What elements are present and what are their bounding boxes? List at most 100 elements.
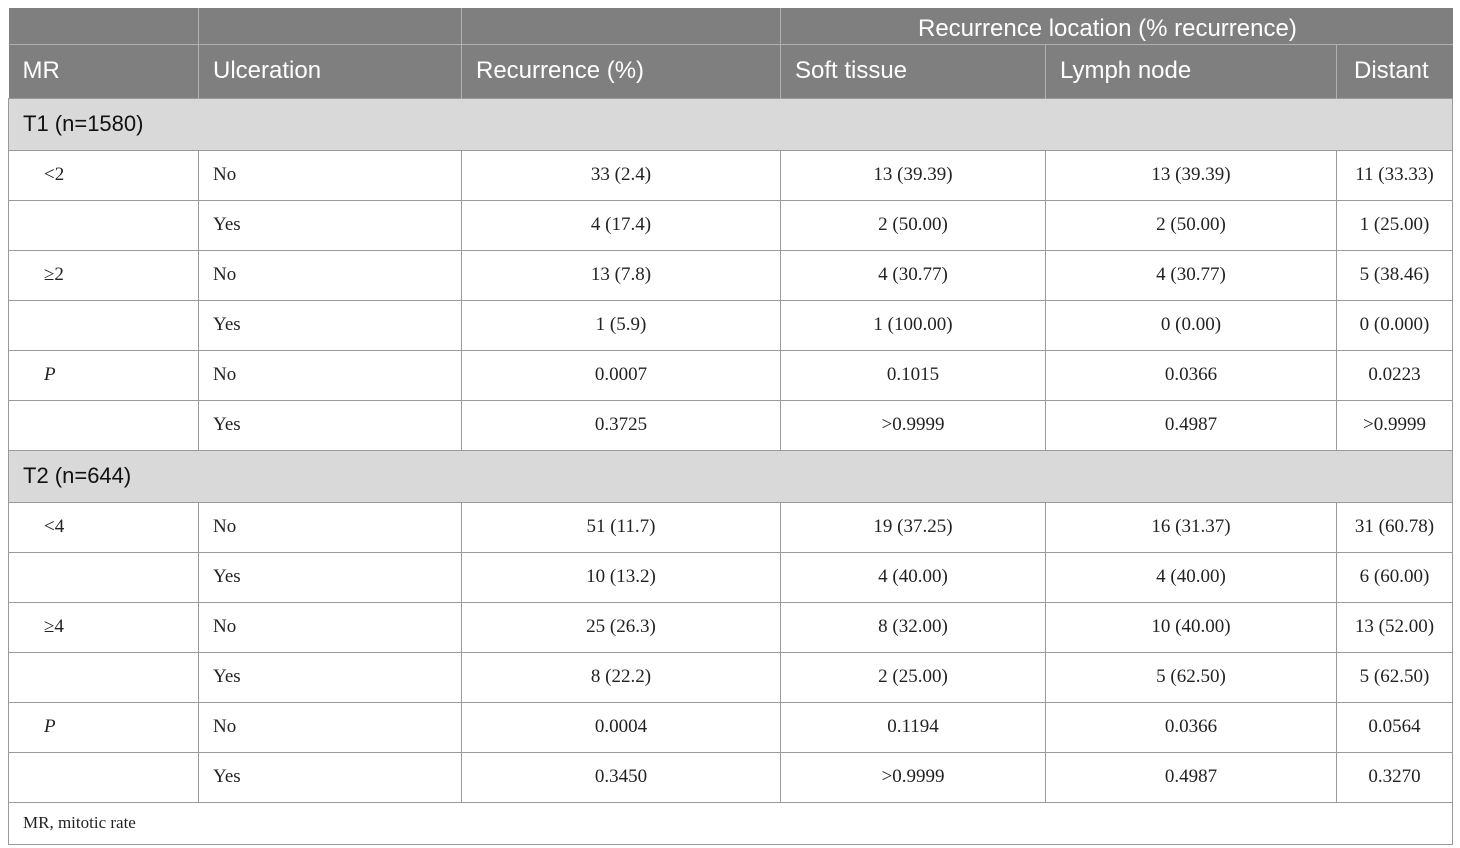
recurrence-cell: 4 (17.4) <box>461 199 781 251</box>
ulceration-cell: Yes <box>198 199 462 251</box>
soft-tissue-cell: 0.1015 <box>780 349 1046 401</box>
recurrence-cell: 0.0004 <box>461 701 781 753</box>
distant-cell: 31 (60.78) <box>1336 501 1453 553</box>
table-container: Recurrence location (% recurrence) MR Ul… <box>8 8 1453 845</box>
distant-cell: >0.9999 <box>1336 399 1453 451</box>
column-header-lymph-node: Lymph node <box>1045 44 1337 98</box>
header-column-row: MR Ulceration Recurrence (%) Soft tissue… <box>8 44 1453 98</box>
recurrence-location-group-header: Recurrence location (% recurrence) <box>780 8 1453 45</box>
distant-cell: 0.0223 <box>1336 349 1453 401</box>
distant-cell: 13 (52.00) <box>1336 601 1453 653</box>
ulceration-cell: No <box>198 701 462 753</box>
header-spacer <box>198 8 462 45</box>
recurrence-cell: 10 (13.2) <box>461 551 781 603</box>
table-row: P No 0.0004 0.1194 0.0366 0.0564 <box>8 701 1453 753</box>
section-title: T1 (n=1580) <box>8 97 1453 151</box>
lymph-node-cell: 13 (39.39) <box>1045 149 1337 201</box>
mr-cell: ≥4 <box>8 601 199 653</box>
recurrence-cell: 51 (11.7) <box>461 501 781 553</box>
table-body: T1 (n=1580) <2 No 33 (2.4) 13 (39.39) 13 (39.… <box>8 97 1453 803</box>
mr-cell <box>8 751 199 803</box>
soft-tissue-cell: 2 (25.00) <box>780 651 1046 703</box>
table-row: Yes 1 (5.9) 1 (100.00) 0 (0.00) 0 (0.000) <box>8 299 1453 351</box>
lymph-node-cell: 0.0366 <box>1045 701 1337 753</box>
header-group-row: Recurrence location (% recurrence) <box>8 8 1453 45</box>
distant-cell: 6 (60.00) <box>1336 551 1453 603</box>
table-row: P No 0.0007 0.1015 0.0366 0.0223 <box>8 349 1453 401</box>
ulceration-cell: No <box>198 501 462 553</box>
ulceration-cell: No <box>198 149 462 201</box>
table-row: Yes 8 (22.2) 2 (25.00) 5 (62.50) 5 (62.50) <box>8 651 1453 703</box>
footnote: MR, mitotic rate <box>8 801 1453 845</box>
soft-tissue-cell: 2 (50.00) <box>780 199 1046 251</box>
column-header-soft-tissue: Soft tissue <box>780 44 1046 98</box>
lymph-node-cell: 0.0366 <box>1045 349 1337 401</box>
soft-tissue-cell: 8 (32.00) <box>780 601 1046 653</box>
soft-tissue-cell: 4 (40.00) <box>780 551 1046 603</box>
ulceration-cell: No <box>198 601 462 653</box>
ulceration-cell: Yes <box>198 651 462 703</box>
soft-tissue-cell: 4 (30.77) <box>780 249 1046 301</box>
recurrence-cell: 8 (22.2) <box>461 651 781 703</box>
table-row: ≥4 No 25 (26.3) 8 (32.00) 10 (40.00) 13 (52.0… <box>8 601 1453 653</box>
distant-cell: 5 (62.50) <box>1336 651 1453 703</box>
recurrence-cell: 0.3450 <box>461 751 781 803</box>
soft-tissue-cell: 13 (39.39) <box>780 149 1046 201</box>
lymph-node-cell: 4 (40.00) <box>1045 551 1337 603</box>
column-header-distant: Distant <box>1336 44 1453 98</box>
section-row: T2 (n=644) <box>8 449 1453 503</box>
column-header-ulceration: Ulceration <box>198 44 462 98</box>
recurrence-cell: 1 (5.9) <box>461 299 781 351</box>
table-row: <2 No 33 (2.4) 13 (39.39) 13 (39.39) 11 (33.3… <box>8 149 1453 201</box>
soft-tissue-cell: 1 (100.00) <box>780 299 1046 351</box>
lymph-node-cell: 10 (40.00) <box>1045 601 1337 653</box>
table-row: Yes 0.3450 >0.9999 0.4987 0.3270 <box>8 751 1453 803</box>
distant-cell: 0.3270 <box>1336 751 1453 803</box>
distant-cell: 0.0564 <box>1336 701 1453 753</box>
ulceration-cell: Yes <box>198 751 462 803</box>
distant-cell: 0 (0.000) <box>1336 299 1453 351</box>
column-header-recurrence: Recurrence (%) <box>461 44 781 98</box>
lymph-node-cell: 0 (0.00) <box>1045 299 1337 351</box>
table-row: Yes 4 (17.4) 2 (50.00) 2 (50.00) 1 (25.00) <box>8 199 1453 251</box>
lymph-node-cell: 4 (30.77) <box>1045 249 1337 301</box>
soft-tissue-cell: >0.9999 <box>780 751 1046 803</box>
ulceration-cell: Yes <box>198 399 462 451</box>
recurrence-cell: 0.0007 <box>461 349 781 401</box>
mr-cell <box>8 651 199 703</box>
recurrence-table: Recurrence location (% recurrence) MR Ul… <box>8 8 1453 845</box>
recurrence-cell: 33 (2.4) <box>461 149 781 201</box>
soft-tissue-cell: >0.9999 <box>780 399 1046 451</box>
ulceration-cell: Yes <box>198 299 462 351</box>
table-row: <4 No 51 (11.7) 19 (37.25) 16 (31.37) 31 (60.… <box>8 501 1453 553</box>
section-row: T1 (n=1580) <box>8 97 1453 151</box>
ulceration-cell: No <box>198 349 462 401</box>
lymph-node-cell: 16 (31.37) <box>1045 501 1337 553</box>
header-spacer <box>8 8 199 45</box>
soft-tissue-cell: 19 (37.25) <box>780 501 1046 553</box>
lymph-node-cell: 5 (62.50) <box>1045 651 1337 703</box>
mr-cell: ≥2 <box>8 249 199 301</box>
distant-cell: 5 (38.46) <box>1336 249 1453 301</box>
distant-cell: 11 (33.33) <box>1336 149 1453 201</box>
column-header-mr: MR <box>8 44 199 98</box>
recurrence-cell: 25 (26.3) <box>461 601 781 653</box>
mr-cell: <2 <box>8 149 199 201</box>
table-header: Recurrence location (% recurrence) MR Ul… <box>8 8 1453 98</box>
table-footer: MR, mitotic rate <box>8 801 1453 845</box>
table-row: Yes 10 (13.2) 4 (40.00) 4 (40.00) 6 (60.00) <box>8 551 1453 603</box>
mr-cell: P <box>8 349 199 401</box>
footnote-row: MR, mitotic rate <box>8 801 1453 845</box>
mr-cell <box>8 399 199 451</box>
ulceration-cell: No <box>198 249 462 301</box>
table-row: ≥2 No 13 (7.8) 4 (30.77) 4 (30.77) 5 (38.46) <box>8 249 1453 301</box>
table-row: Yes 0.3725 >0.9999 0.4987 >0.9999 <box>8 399 1453 451</box>
lymph-node-cell: 2 (50.00) <box>1045 199 1337 251</box>
ulceration-cell: Yes <box>198 551 462 603</box>
distant-cell: 1 (25.00) <box>1336 199 1453 251</box>
lymph-node-cell: 0.4987 <box>1045 751 1337 803</box>
mr-cell: <4 <box>8 501 199 553</box>
recurrence-cell: 0.3725 <box>461 399 781 451</box>
mr-cell: P <box>8 701 199 753</box>
lymph-node-cell: 0.4987 <box>1045 399 1337 451</box>
